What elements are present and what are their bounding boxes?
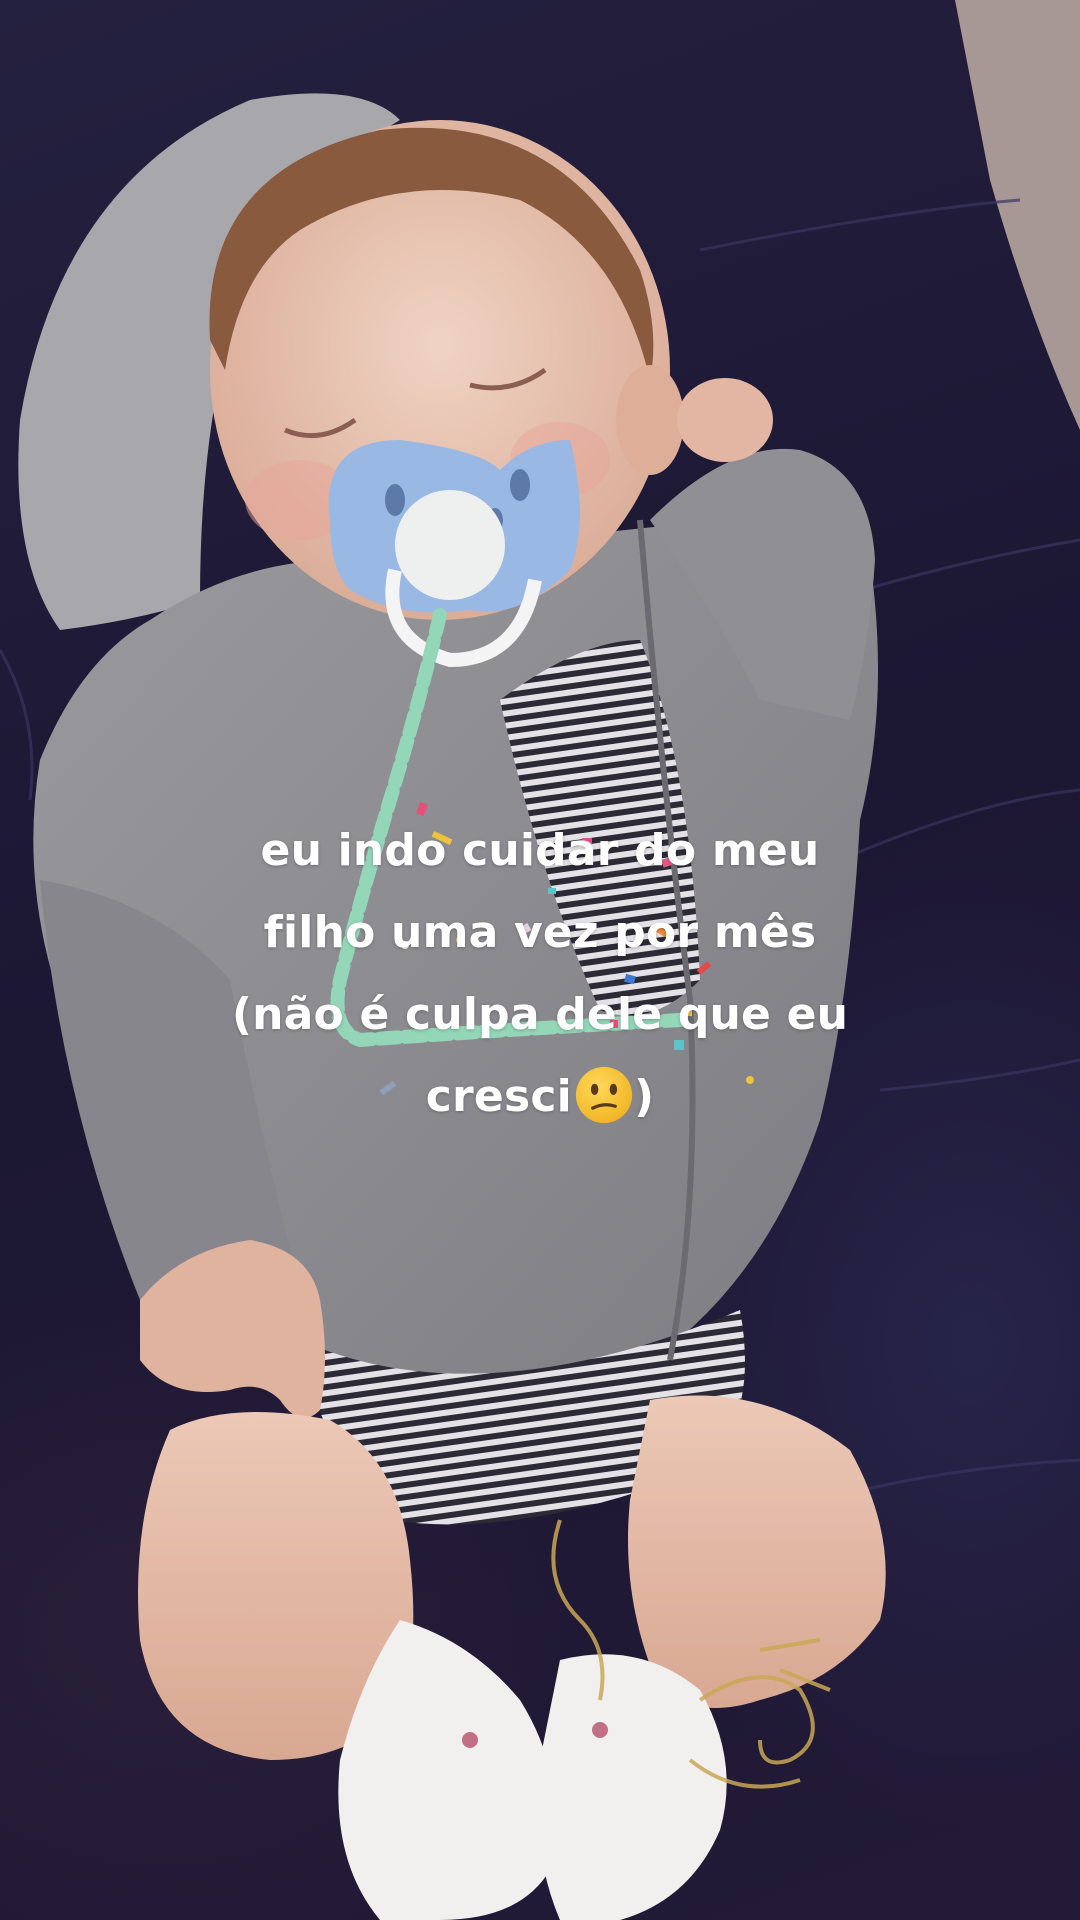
caption-line-3: (não é culpa dele que eu [231,989,849,1040]
sock-right [537,1654,727,1920]
confused-face-emoji [575,1066,633,1124]
caption-line-4-end: ) [633,1071,655,1122]
caption-line-4-text: cresci [425,1071,572,1122]
caption-text: eu indo cuidar do meu filho uma vez por … [140,810,940,1138]
doll-hand-right [677,378,773,462]
doll-leg-right [628,1395,886,1708]
caption-line-2: filho uma vez por mês [263,907,817,958]
caption-line-1: eu indo cuidar do meu [260,825,820,876]
caption-line-4: cresci ) [140,1056,940,1138]
carpet-corner [955,0,1080,430]
doll-ear [616,365,684,475]
video-frame: eu indo cuidar do meu filho uma vez por … [0,0,1080,1920]
